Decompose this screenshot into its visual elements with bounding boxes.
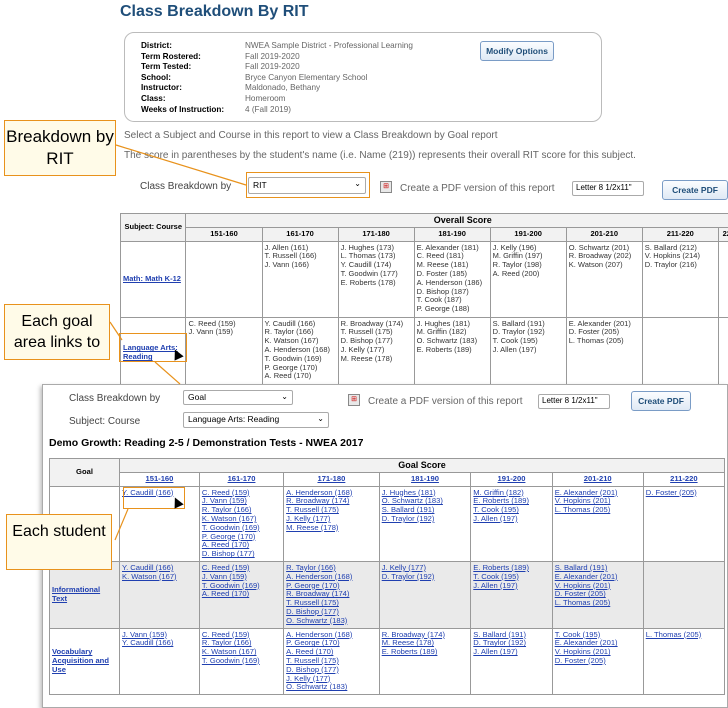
callout-breakdown-by-rit: Breakdown by RIT bbox=[4, 120, 116, 176]
connector-breakdown bbox=[115, 144, 247, 186]
callout-each-student: Each student bbox=[6, 514, 112, 570]
connector-goal-front bbox=[154, 361, 181, 385]
callout-goal-area: Each goal area links to bbox=[4, 304, 110, 360]
connector-student bbox=[114, 508, 129, 541]
connector-goal bbox=[109, 321, 123, 341]
